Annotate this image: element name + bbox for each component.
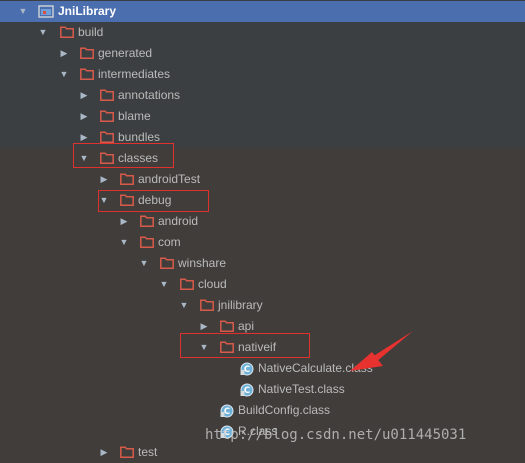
tree-item-label: BuildConfig.class: [238, 403, 331, 417]
tree-item-build[interactable]: ▼ build: [0, 22, 525, 43]
collapse-arrow-icon[interactable]: ▶: [79, 106, 89, 127]
tree-item-jnilibrary-module[interactable]: ▼ JniLibrary: [0, 1, 525, 22]
expand-arrow-icon[interactable]: ▼: [59, 64, 69, 85]
folder-icon: [120, 173, 134, 185]
tree-item-android[interactable]: ▶ android: [0, 211, 525, 232]
expand-arrow-icon[interactable]: ▼: [119, 232, 129, 253]
module-icon: [38, 5, 54, 18]
tree-item-label: NativeTest.class: [258, 382, 345, 396]
tree-item-winshare[interactable]: ▼ winshare: [0, 253, 525, 274]
tree-item-label: androidTest: [138, 172, 201, 186]
folder-icon: [60, 26, 74, 38]
tree-item-nativetest-class[interactable]: C NativeTest.class: [0, 379, 525, 400]
folder-icon: [100, 131, 114, 143]
expand-arrow-icon[interactable]: ▼: [179, 295, 189, 316]
svg-text:C: C: [244, 386, 250, 396]
tree-item-label: debug: [138, 193, 172, 207]
folder-icon: [120, 194, 134, 206]
project-tree: ▼ JniLibrary ▼ build ▶ generated ▼ inter…: [0, 0, 525, 463]
tree-item-label: jnilibrary: [218, 298, 263, 312]
collapse-arrow-icon[interactable]: ▶: [99, 169, 109, 190]
folder-icon: [220, 341, 234, 353]
folder-icon: [100, 89, 114, 101]
collapse-arrow-icon[interactable]: ▶: [79, 127, 89, 148]
expand-arrow-icon[interactable]: ▼: [199, 337, 209, 358]
tree-item-generated[interactable]: ▶ generated: [0, 43, 525, 64]
tree-item-nativeif[interactable]: ▼ nativeif: [0, 337, 525, 358]
tree-item-cloud[interactable]: ▼ cloud: [0, 274, 525, 295]
collapse-arrow-icon[interactable]: ▶: [99, 442, 109, 463]
folder-icon: [120, 446, 134, 458]
tree-item-label: annotations: [118, 88, 181, 102]
tree-item-label: test: [138, 445, 158, 459]
class-file-icon: C: [240, 362, 254, 376]
tree-item-intermediates[interactable]: ▼ intermediates: [0, 64, 525, 85]
tree-item-bundles[interactable]: ▶ bundles: [0, 127, 525, 148]
folder-icon: [160, 257, 174, 269]
tree-item-label: classes: [118, 151, 159, 165]
tree-item-label: winshare: [178, 256, 227, 270]
tree-item-buildconfig-class[interactable]: C BuildConfig.class: [0, 400, 525, 421]
tree-item-debug[interactable]: ▼ debug: [0, 190, 525, 211]
tree-item-label: intermediates: [98, 67, 171, 81]
folder-icon: [140, 215, 154, 227]
tree-item-annotations[interactable]: ▶ annotations: [0, 85, 525, 106]
tree-item-androidtest[interactable]: ▶ androidTest: [0, 169, 525, 190]
tree-item-test[interactable]: ▶ test: [0, 442, 525, 463]
expand-arrow-icon[interactable]: ▼: [159, 274, 169, 295]
tree-item-jnilibrary-package[interactable]: ▼ jnilibrary: [0, 295, 525, 316]
class-file-icon: C: [220, 404, 234, 418]
tree-item-label: bundles: [118, 130, 161, 144]
tree-item-label: android: [158, 214, 199, 228]
tree-item-blame[interactable]: ▶ blame: [0, 106, 525, 127]
collapse-arrow-icon[interactable]: ▶: [59, 43, 69, 64]
tree-item-label: cloud: [198, 277, 227, 291]
folder-icon: [220, 320, 234, 332]
tree-item-classes[interactable]: ▼ classes: [0, 148, 525, 169]
tree-item-label: build: [78, 25, 104, 39]
collapse-arrow-icon[interactable]: ▶: [199, 316, 209, 337]
collapse-arrow-icon[interactable]: ▶: [119, 211, 129, 232]
folder-icon: [180, 278, 194, 290]
module-label: JniLibrary: [58, 4, 117, 18]
tree-item-api[interactable]: ▶ api: [0, 316, 525, 337]
expand-arrow-icon[interactable]: ▼: [139, 253, 149, 274]
svg-text:C: C: [224, 407, 230, 417]
folder-icon: [140, 236, 154, 248]
tree-item-nativecalculate-class[interactable]: C NativeCalculate.class: [0, 358, 525, 379]
folder-icon: [80, 47, 94, 59]
watermark-text: http://blog.csdn.net/u011445031: [205, 427, 467, 443]
tree-item-label: nativeif: [238, 340, 277, 354]
tree-item-label: blame: [118, 109, 151, 123]
tree-item-label: NativeCalculate.class: [258, 361, 373, 375]
expand-arrow-icon[interactable]: ▼: [18, 1, 28, 22]
expand-arrow-icon[interactable]: ▼: [38, 22, 48, 43]
folder-icon: [80, 68, 94, 80]
tree-item-label: generated: [98, 46, 153, 60]
class-file-icon: C: [240, 383, 254, 397]
tree-item-com[interactable]: ▼ com: [0, 232, 525, 253]
tree-item-label: com: [158, 235, 181, 249]
collapse-arrow-icon[interactable]: ▶: [79, 85, 89, 106]
folder-icon: [100, 110, 114, 122]
expand-arrow-icon[interactable]: ▼: [99, 190, 109, 211]
svg-text:C: C: [244, 365, 250, 375]
tree-item-label: api: [238, 319, 255, 333]
folder-icon: [100, 152, 114, 164]
folder-icon: [200, 299, 214, 311]
expand-arrow-icon[interactable]: ▼: [79, 148, 89, 169]
